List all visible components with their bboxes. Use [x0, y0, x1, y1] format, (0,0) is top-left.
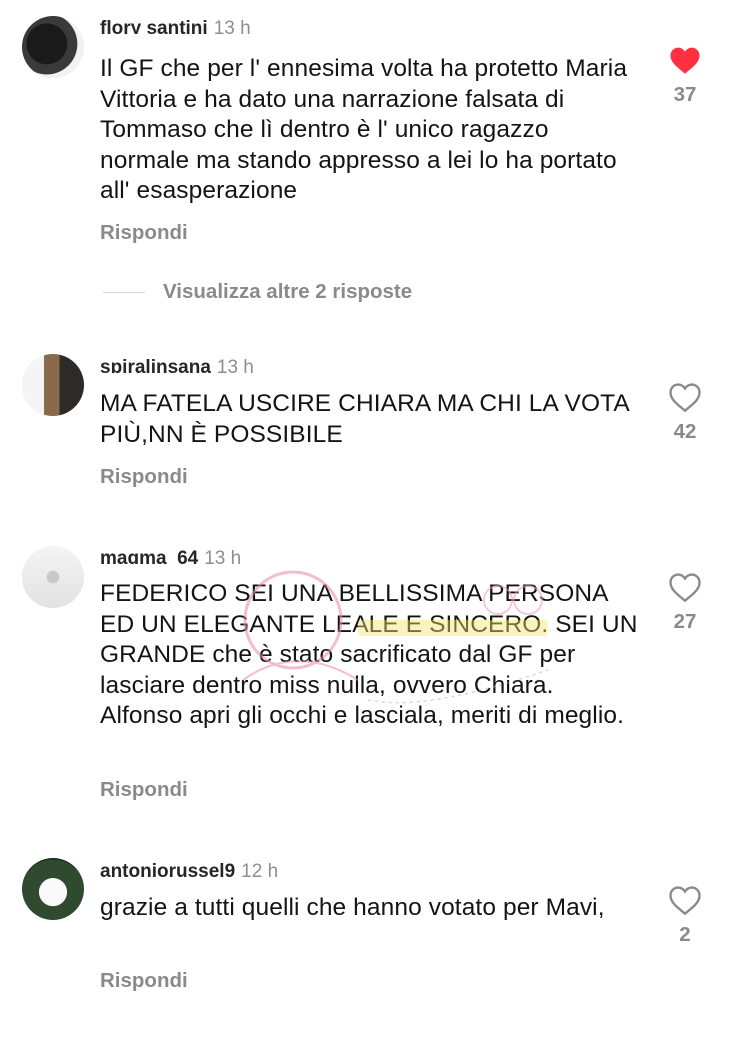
- avatar[interactable]: [22, 858, 84, 920]
- like-button[interactable]: 42: [660, 383, 710, 444]
- avatar[interactable]: [22, 16, 84, 78]
- comment-text: FEDERICO SEI UNA BELLISSIMA PERSONA ED U…: [100, 580, 638, 729]
- like-count: 2: [679, 923, 691, 946]
- comment-text: grazie a tutti quelli che hanno votato p…: [100, 894, 605, 921]
- view-more-replies-label: Visualizza altre 2 risposte: [163, 280, 413, 303]
- comment-username[interactable]: spiralinsana 13 h: [100, 357, 254, 373]
- reply-button[interactable]: Rispondi: [100, 221, 188, 245]
- comment-text: MA FATELA USCIRE CHIARA MA CHI LA VOTA P…: [100, 390, 629, 448]
- heart-filled-icon: [670, 47, 700, 74]
- comment-username[interactable]: magma_64 13 h: [100, 548, 241, 564]
- reply-button[interactable]: Rispondi: [100, 969, 188, 993]
- heart-outline-icon: [669, 573, 701, 602]
- divider: [103, 291, 145, 293]
- like-button[interactable]: 27: [660, 573, 710, 634]
- like-count: 37: [673, 83, 697, 106]
- heart-outline-icon: [669, 886, 701, 915]
- like-button[interactable]: 2: [660, 886, 710, 947]
- avatar[interactable]: [22, 354, 84, 416]
- reply-button[interactable]: Rispondi: [100, 465, 188, 489]
- like-count: 42: [673, 420, 697, 443]
- like-button[interactable]: 37: [660, 46, 710, 107]
- comment-username[interactable]: antoniorussel9 12 h: [100, 861, 278, 877]
- view-more-replies[interactable]: Visualizza altre 2 risposte: [103, 279, 412, 305]
- heart-outline-icon: [669, 383, 701, 412]
- reply-button[interactable]: Rispondi: [100, 778, 188, 802]
- comment-username[interactable]: flory santini 13 h: [100, 18, 251, 34]
- comment-text: Il GF che per l' ennesima volta ha prote…: [100, 55, 628, 204]
- avatar[interactable]: [22, 546, 84, 608]
- like-count: 27: [673, 610, 697, 633]
